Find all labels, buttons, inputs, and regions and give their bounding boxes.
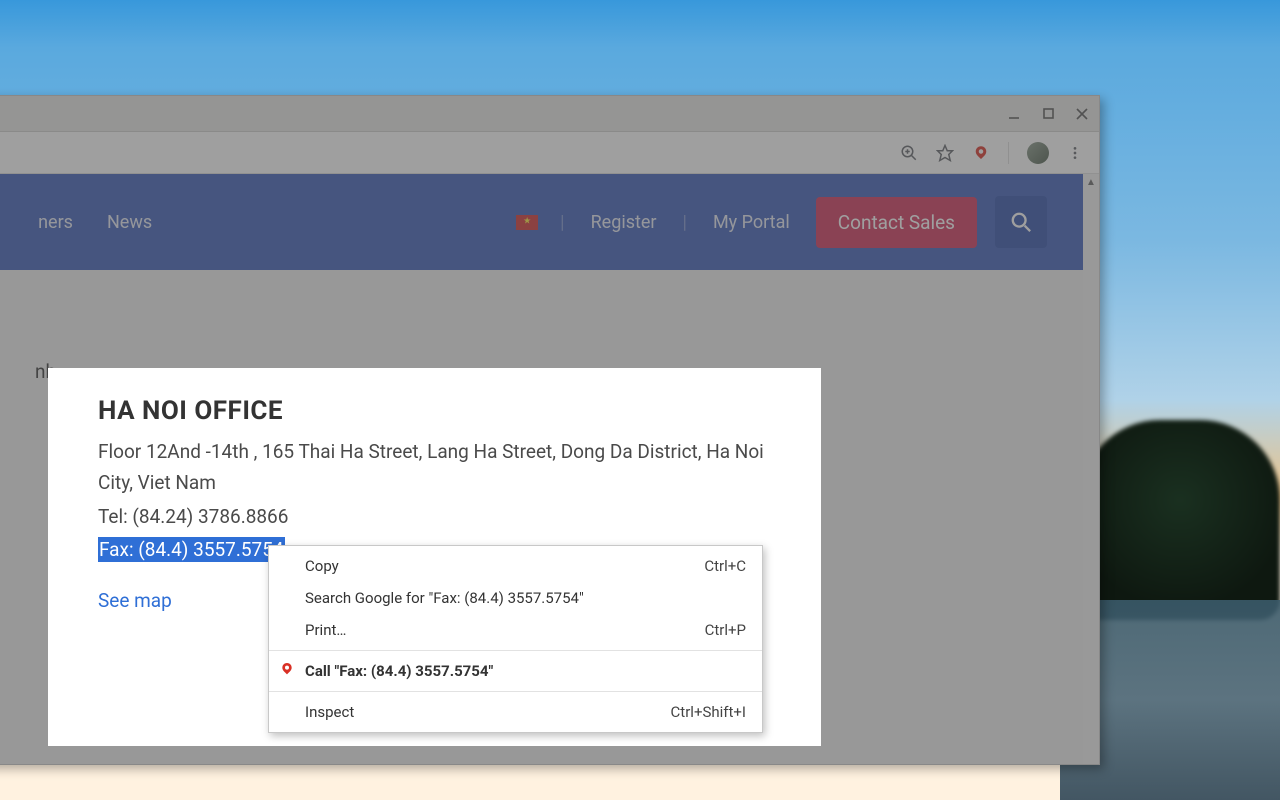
phone-icon bbox=[279, 661, 295, 681]
ctx-separator bbox=[269, 650, 762, 651]
office-address: Floor 12And -14th , 165 Thai Ha Street, … bbox=[98, 436, 771, 499]
ctx-inspect[interactable]: Inspect Ctrl+Shift+I bbox=[269, 696, 762, 728]
ctx-copy-shortcut: Ctrl+C bbox=[704, 557, 746, 575]
ctx-inspect-shortcut: Ctrl+Shift+I bbox=[671, 703, 746, 721]
ctx-search-label: Search Google for "Fax: (84.4) 3557.5754… bbox=[305, 589, 746, 607]
ctx-copy-label: Copy bbox=[305, 557, 704, 575]
ctx-call[interactable]: Call "Fax: (84.4) 3557.5754" bbox=[269, 655, 762, 687]
ctx-search[interactable]: Search Google for "Fax: (84.4) 3557.5754… bbox=[269, 582, 762, 614]
ctx-print[interactable]: Print… Ctrl+P bbox=[269, 614, 762, 646]
see-map-link[interactable]: See map bbox=[98, 589, 172, 612]
office-title: HA NOI OFFICE bbox=[98, 396, 771, 426]
context-menu: Copy Ctrl+C Search Google for "Fax: (84.… bbox=[268, 545, 763, 733]
ctx-call-label: Call "Fax: (84.4) 3557.5754" bbox=[305, 662, 746, 680]
ctx-print-shortcut: Ctrl+P bbox=[705, 621, 746, 639]
ctx-inspect-label: Inspect bbox=[305, 703, 671, 721]
office-tel: Tel: (84.24) 3786.8866 bbox=[98, 501, 771, 532]
ctx-print-label: Print… bbox=[305, 621, 705, 639]
wallpaper-trees bbox=[1080, 420, 1280, 620]
ctx-copy[interactable]: Copy Ctrl+C bbox=[269, 550, 762, 582]
ctx-separator bbox=[269, 691, 762, 692]
office-fax-selected[interactable]: Fax: (84.4) 3557.5754 bbox=[98, 537, 285, 562]
